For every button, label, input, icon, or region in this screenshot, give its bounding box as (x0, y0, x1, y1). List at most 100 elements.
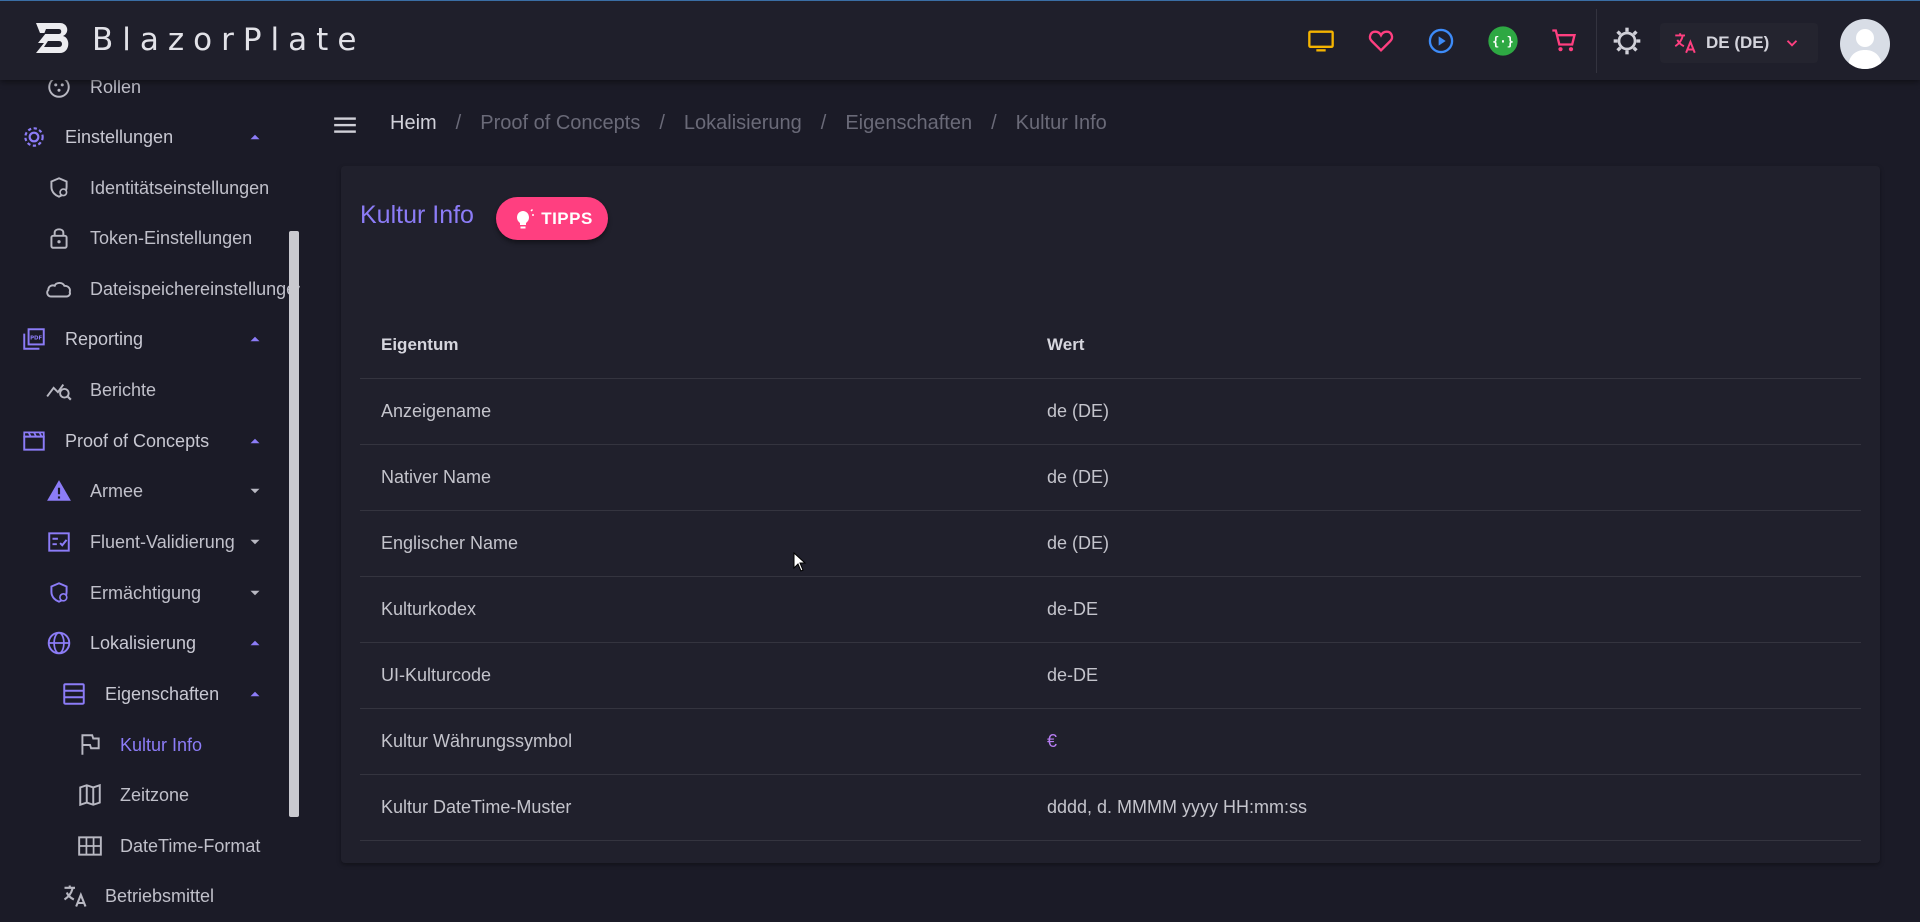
sidebar-item-label: Ermächtigung (90, 582, 202, 603)
breadcrumb-item-heim[interactable]: Heim (390, 112, 437, 135)
sidebar-item-fluent-validierung[interactable]: Fluent-Validierung (0, 522, 290, 562)
app-bar: BlazorPlate {·} DE (DE) (0, 0, 1920, 80)
table-row: Kulturkodex de-DE (360, 576, 1861, 643)
sidebar-item-reporting[interactable]: PDF Reporting (0, 319, 290, 359)
lock-icon (44, 223, 74, 253)
sidebar-item-rollen[interactable]: Rollen (0, 80, 290, 107)
sidebar-scrollbar[interactable] (289, 231, 299, 817)
tv-icon[interactable] (1305, 25, 1337, 57)
flag-icon (75, 730, 105, 760)
sidebar-item-label: Dateispeichereinstellungen (90, 278, 300, 299)
heart-icon[interactable] (1365, 25, 1397, 57)
breadcrumb-separator: / (991, 112, 997, 134)
property-cell: Anzeigename (360, 378, 1014, 445)
sidebar-item-label: Kultur Info (120, 734, 203, 755)
property-cell: Nativer Name (360, 444, 1014, 511)
sidebar-item-token-einstellungen[interactable]: Token-Einstellungen (0, 218, 290, 258)
sidebar-item-label: Fluent-Validierung (90, 531, 235, 552)
property-cell: Kulturkodex (360, 576, 1014, 643)
shield-gear-icon (44, 173, 74, 203)
breadcrumb-separator: / (659, 112, 665, 134)
chevron-up-icon (250, 640, 260, 646)
table-row: Anzeigename de (DE) (360, 378, 1861, 445)
table-row: Nativer Name de (DE) (360, 444, 1861, 511)
sidebar-item-lokalisierung[interactable]: Lokalisierung (0, 623, 290, 663)
tips-button[interactable]: TIPPS (496, 197, 608, 240)
breadcrumb-item-lokalisierung: Lokalisierung (683, 112, 802, 134)
warning-icon (44, 476, 74, 506)
sidebar-item-label: Token-Einstellungen (90, 227, 253, 248)
play-circle-icon[interactable] (1425, 25, 1457, 57)
sidebar-item-proof-of-concepts[interactable]: Proof of Concepts (0, 421, 290, 461)
chevron-up-icon (250, 438, 260, 444)
property-cell: Kultur Währungssymbol (360, 708, 1014, 775)
sidebar-item-berichte[interactable]: Berichte (0, 370, 290, 410)
sidebar-item-zeitzone[interactable]: Zeitzone (0, 775, 290, 815)
brand[interactable]: BlazorPlate (30, 17, 365, 63)
sidebar-item-identitaetseinstellungen[interactable]: Identitätseinstellungen (0, 168, 290, 208)
sidebar: Rollen Einstellungen Identitätseinstellu… (0, 80, 300, 922)
sidebar-item-einstellungen[interactable]: Einstellungen (0, 117, 290, 157)
map-icon (75, 780, 105, 810)
shield-lock-icon (44, 578, 74, 608)
brand-logo-icon (36, 23, 69, 53)
sidebar-item-eigenschaften[interactable]: Eigenschaften (0, 674, 290, 714)
sidebar-item-label: Betriebsmittel (105, 885, 215, 906)
page-title: Kultur Info (360, 201, 474, 229)
sidebar-item-kultur-info[interactable]: Kultur Info (0, 725, 290, 765)
breadcrumb-separator: / (820, 112, 827, 134)
sidebar-item-armee[interactable]: Armee (0, 471, 290, 511)
sidebar-item-label: Proof of Concepts (65, 430, 210, 451)
language-label: DE (DE) (1706, 33, 1770, 52)
api-icon[interactable]: {·} (1487, 25, 1519, 57)
sidebar-item-dateispeichereinstellungen[interactable]: Dateispeichereinstellungen (0, 269, 300, 309)
toolbar-divider (1596, 9, 1597, 73)
sidebar-item-betriebsmittel[interactable]: Betriebsmittel (0, 876, 290, 916)
lightbulb-icon (517, 208, 535, 228)
gear-icon[interactable] (1611, 25, 1643, 57)
value-cell: de-DE (1014, 576, 1861, 643)
chevron-down-icon (1787, 40, 1798, 47)
currency-symbol: € (1047, 730, 1058, 751)
breadcrumb-separator: / (455, 112, 462, 134)
breadcrumb: Heim / Proof of Concepts / Lokalisierung… (390, 112, 1107, 135)
cloud-icon (44, 274, 74, 304)
sidebar-item-ermaechtigung[interactable]: Ermächtigung (0, 573, 290, 613)
value-cell: de (DE) (1014, 510, 1861, 577)
table-row: Kultur Währungssymbol € (360, 708, 1861, 775)
sidebar-item-datetime-format[interactable]: DateTime-Format (0, 826, 290, 866)
svg-text:PDF: PDF (30, 336, 42, 342)
column-header-property: Eigentum (360, 312, 1014, 379)
sidebar-item-label: Armee (90, 480, 144, 501)
chevron-up-icon (250, 134, 260, 140)
chevron-up-icon (250, 691, 260, 697)
translate-icon (1674, 33, 1696, 54)
value-cell: de-DE (1014, 642, 1861, 709)
property-cell: Kultur DateTime-Muster (360, 774, 1014, 841)
property-cell: UI-Kulturcode (360, 642, 1014, 709)
svg-text:{·}: {·} (1492, 35, 1514, 49)
breadcrumb-item-proof-of-concepts: Proof of Concepts (480, 112, 641, 134)
chevron-down-icon (250, 488, 260, 494)
table-row: Englischer Name de (DE) (360, 510, 1861, 577)
table-header-row: Eigentum Wert (360, 312, 1861, 379)
table-row: Kultur DateTime-Muster dddd, d. MMMM yyy… (360, 774, 1861, 841)
globe-icon (44, 628, 74, 658)
chevron-down-icon (250, 590, 260, 596)
clapperboard-icon (19, 426, 49, 456)
avatar-icon (1848, 29, 1882, 69)
brand-name: BlazorPlate (92, 22, 366, 58)
chart-search-icon (44, 375, 74, 405)
language-selector[interactable]: DE (DE) (1660, 23, 1818, 63)
menu-icon[interactable] (332, 112, 358, 138)
roles-icon (44, 80, 74, 102)
sidebar-item-label: Reporting (65, 328, 144, 349)
breadcrumb-item-kultur-info: Kultur Info (1015, 112, 1107, 134)
sidebar-item-label: Berichte (90, 379, 157, 400)
grid-icon (75, 831, 105, 861)
culture-info-card: Kultur Info TIPPS Eigentum Wert Anzeigen… (341, 166, 1880, 863)
avatar[interactable] (1840, 19, 1890, 69)
tips-label: TIPPS (541, 208, 593, 228)
cart-icon[interactable] (1548, 25, 1580, 57)
chevron-down-icon (250, 539, 260, 545)
